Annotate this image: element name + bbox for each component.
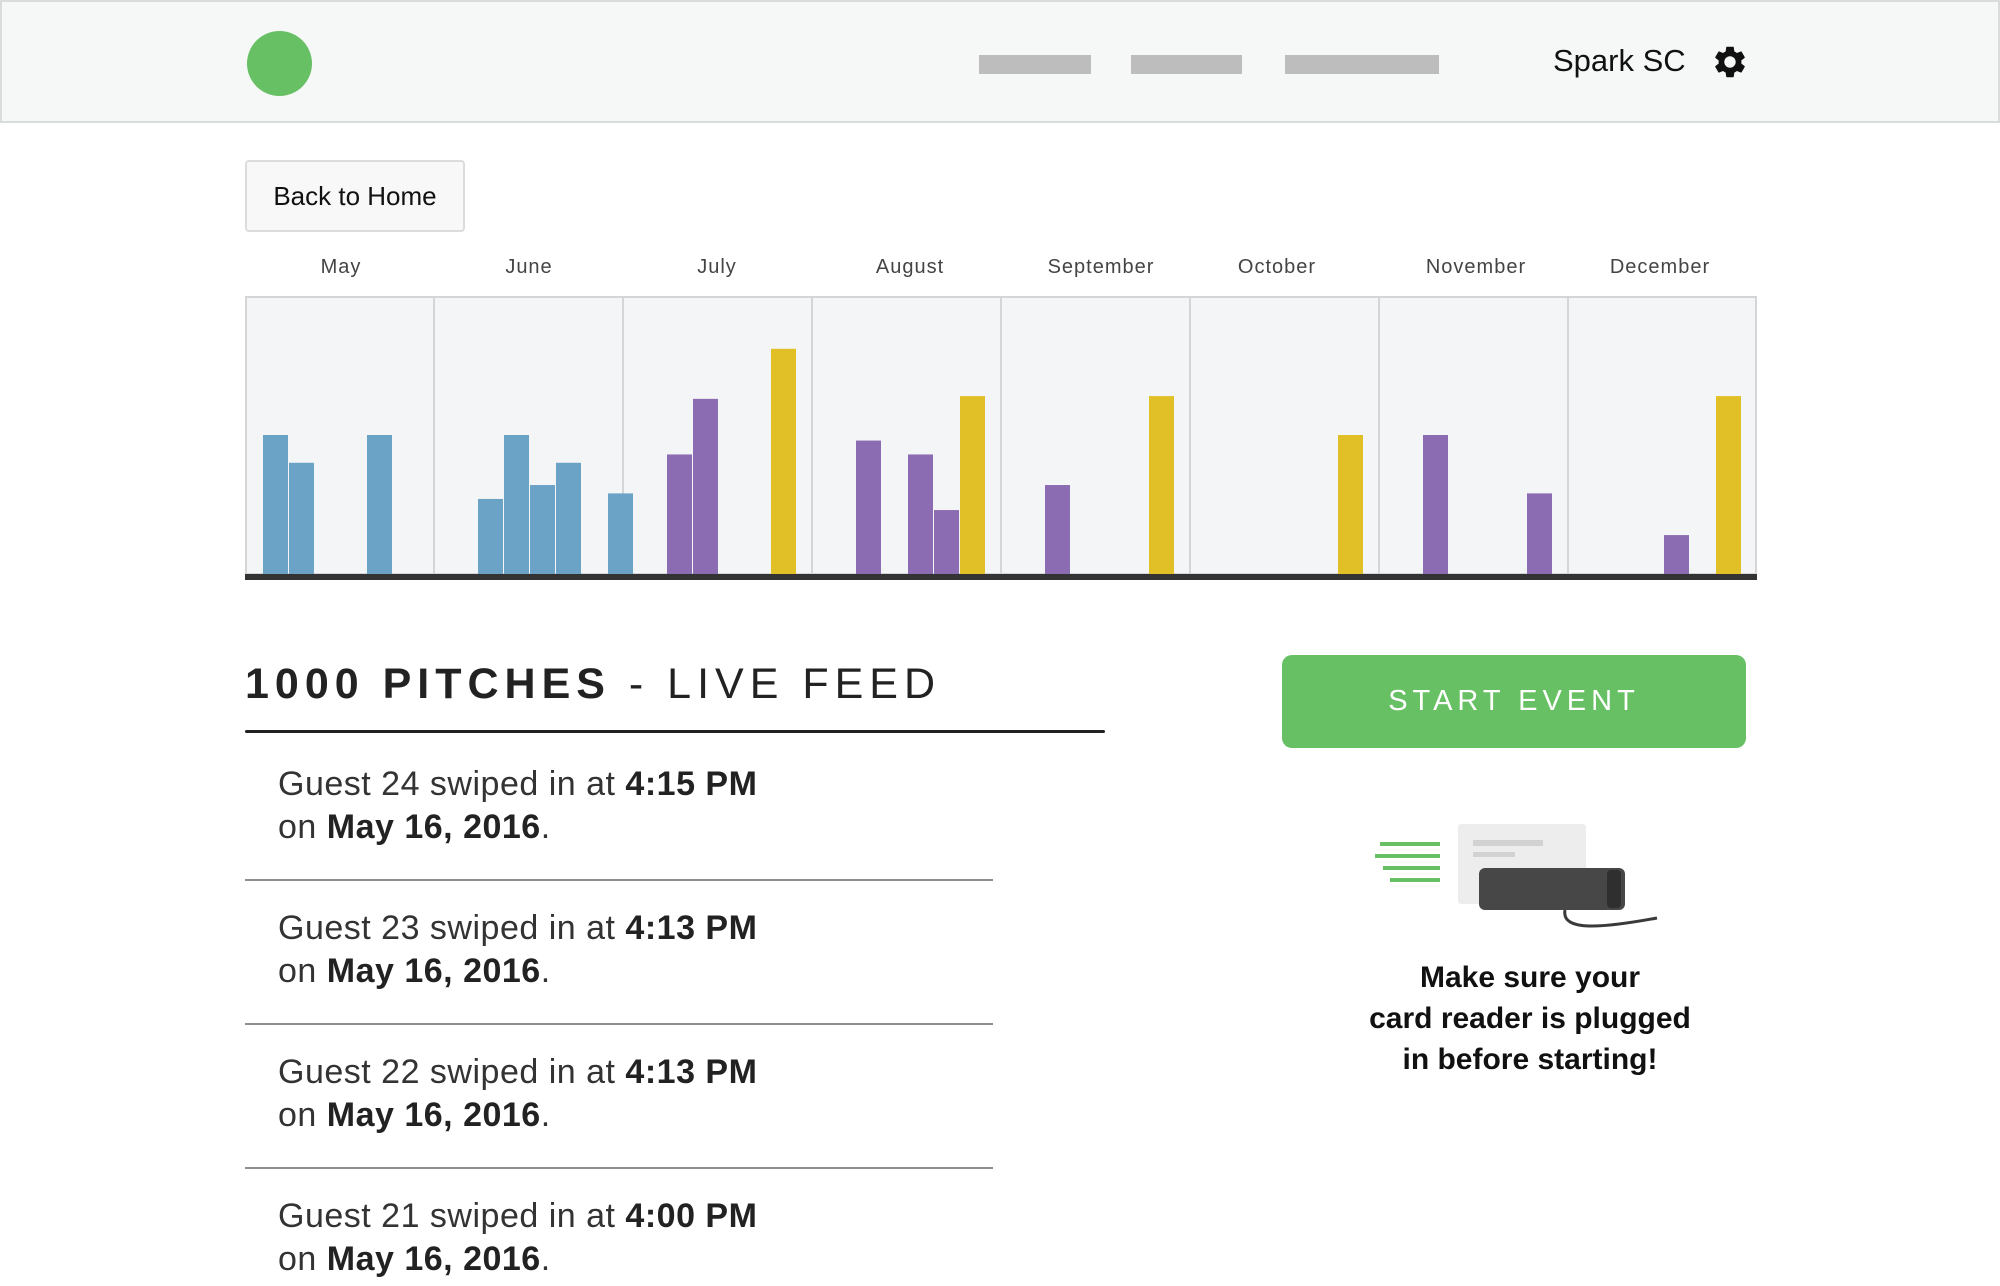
monthly-bar-chart <box>245 296 1757 580</box>
feed-item-time: 4:00 PM <box>625 1197 758 1235</box>
bar-august <box>934 510 959 574</box>
feed-item-date: May 16, 2016 <box>326 1240 541 1278</box>
gear-icon[interactable] <box>1711 43 1749 81</box>
feed-item-text: Guest 24 swiped in at <box>278 765 626 803</box>
bar-august <box>856 440 881 574</box>
feed-item-suffix: . <box>540 952 551 990</box>
bar-june <box>478 498 503 574</box>
account-name[interactable]: Spark SC <box>1553 43 1686 79</box>
nav-link-placeholder-3[interactable] <box>1285 55 1439 74</box>
month-label-june: June <box>505 256 553 278</box>
feed-title: 1000 PITCHES - LIVE FEED <box>245 660 941 709</box>
bar-august <box>960 396 985 574</box>
feed-item-time: 4:13 PM <box>625 1053 758 1091</box>
month-label-may: May <box>320 256 362 278</box>
feed-item-text: Guest 22 swiped in at <box>278 1053 626 1091</box>
bar-december <box>1716 396 1741 574</box>
feed-item-date: May 16, 2016 <box>326 952 541 990</box>
logo-icon[interactable] <box>247 31 312 96</box>
feed-item-line-2: on May 16, 2016. <box>278 1240 551 1279</box>
bar-june <box>530 485 555 574</box>
month-label-september: September <box>1047 256 1155 278</box>
feed-item-suffix: . <box>540 808 551 846</box>
bar-november <box>1423 435 1448 574</box>
feed-item: Guest 24 swiped in at 4:15 PM on May 16,… <box>245 737 993 881</box>
back-to-home-button[interactable]: Back to Home <box>245 160 465 232</box>
feed-item: Guest 22 swiped in at 4:13 PM on May 16,… <box>245 1025 993 1169</box>
feed-item-on: on <box>278 1096 327 1134</box>
bar-may <box>367 435 392 574</box>
month-label-december: December <box>1609 256 1711 278</box>
bar-may <box>289 462 314 574</box>
feed-item-date: May 16, 2016 <box>326 808 541 846</box>
bar-december <box>1664 535 1689 574</box>
card-reader-note: Make sure your card reader is plugged in… <box>1369 961 1691 1076</box>
bar-august <box>908 454 933 574</box>
feed-item-time: 4:15 PM <box>625 765 758 803</box>
feed-item-line-1: Guest 23 swiped in at 4:13 PM <box>278 909 757 948</box>
bar-june <box>504 435 529 574</box>
bar-october <box>1338 435 1363 574</box>
chart-svg <box>245 296 1757 580</box>
feed-item-date: May 16, 2016 <box>326 1096 541 1134</box>
feed-item-text: Guest 21 swiped in at <box>278 1197 626 1235</box>
bar-june <box>556 462 581 574</box>
top-nav-bar: Spark SC <box>0 0 2000 123</box>
month-label-november: November <box>1425 256 1527 278</box>
x-axis-baseline <box>245 574 1757 580</box>
feed-item-on: on <box>278 952 327 990</box>
bar-november <box>1527 493 1552 574</box>
feed-item-time: 4:13 PM <box>625 909 758 947</box>
month-label-july: July <box>697 256 737 278</box>
month-label-october: October <box>1237 256 1317 278</box>
bar-september <box>1149 396 1174 574</box>
feed-item-on: on <box>278 1240 327 1278</box>
bar-may <box>263 435 288 574</box>
feed-item: Guest 21 swiped in at 4:00 PM on May 16,… <box>245 1169 993 1286</box>
feed-item-line-1: Guest 21 swiped in at 4:00 PM <box>278 1197 757 1236</box>
bar-september <box>1045 485 1070 574</box>
card-reader-icon <box>1375 824 1658 928</box>
feed-title-rule <box>245 730 1105 733</box>
nav-link-placeholder-2[interactable] <box>1131 55 1242 74</box>
feed-item-line-2: on May 16, 2016. <box>278 1096 551 1135</box>
feed-item-line-2: on May 16, 2016. <box>278 808 551 847</box>
feed-item-on: on <box>278 808 327 846</box>
bar-june <box>608 493 633 574</box>
feed-item-line-2: on May 16, 2016. <box>278 952 551 991</box>
feed-title-rest: - LIVE FEED <box>610 660 942 708</box>
start-event-button[interactable]: START EVENT <box>1282 655 1746 748</box>
month-label-august: August <box>875 256 945 278</box>
feed-item-line-1: Guest 22 swiped in at 4:13 PM <box>278 1053 757 1092</box>
feed-item-suffix: . <box>540 1096 551 1134</box>
feed-item: Guest 23 swiped in at 4:13 PM on May 16,… <box>245 881 993 1025</box>
feed-title-bold: 1000 PITCHES <box>245 660 611 708</box>
feed-item-line-1: Guest 24 swiped in at 4:15 PM <box>278 765 757 804</box>
feed-item-text: Guest 23 swiped in at <box>278 909 626 947</box>
bar-july <box>693 398 718 574</box>
nav-link-placeholder-1[interactable] <box>979 55 1091 74</box>
feed-item-suffix: . <box>540 1240 551 1278</box>
bar-july <box>667 454 692 574</box>
bar-july <box>771 348 796 574</box>
